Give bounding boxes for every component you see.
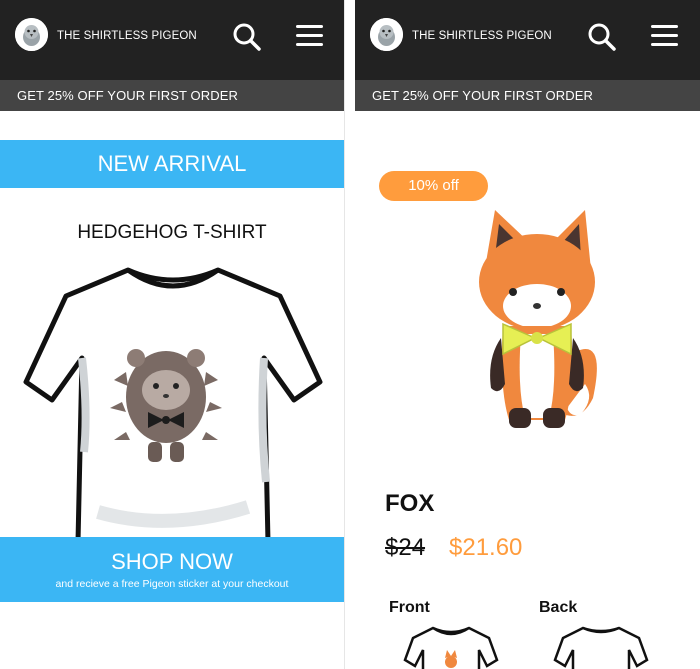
shop-now-label: SHOP NOW [111,549,233,574]
promo-bar[interactable]: GET 25% OFF YOUR FIRST ORDER [355,80,700,111]
hamburger-menu-icon[interactable] [293,20,327,54]
promo-bar[interactable]: GET 25% OFF YOUR FIRST ORDER [0,80,344,111]
fox-product-image[interactable] [473,208,613,436]
shop-now-button[interactable]: SHOP NOW and recieve a free Pigeon stick… [0,537,344,602]
site-header: THE SHIRTLESS PIGEON [0,0,344,80]
pigeon-logo-icon[interactable] [370,18,403,51]
brand-name[interactable]: THE SHIRTLESS PIGEON [412,30,552,42]
discount-badge: 10% off [379,171,488,201]
product-title: HEDGEHOG T-SHIRT [77,222,267,243]
screen-divider [344,0,355,669]
original-price: $24 [385,534,426,561]
front-view-label[interactable]: Front [389,599,430,617]
product-screen: THE SHIRTLESS PIGEON GET 25% OFF YOUR FI… [355,0,700,669]
hamburger-menu-icon[interactable] [648,20,682,54]
home-screen: THE SHIRTLESS PIGEON GET 25% OFF YOUR FI… [0,0,344,669]
brand-name[interactable]: THE SHIRTLESS PIGEON [57,30,197,42]
back-view-label[interactable]: Back [539,599,577,617]
product-name: FOX [385,490,435,517]
pigeon-logo-icon[interactable] [15,18,48,51]
shop-now-subtext: and recieve a free Pigeon sticker at you… [55,578,289,590]
new-arrival-banner: NEW ARRIVAL [0,140,344,188]
sale-price: $21.60 [449,534,523,561]
search-icon[interactable] [230,20,264,54]
site-header: THE SHIRTLESS PIGEON [355,0,700,80]
front-view-thumbnail[interactable] [403,624,499,669]
search-icon[interactable] [585,20,619,54]
hedgehog-tshirt-image[interactable] [18,262,328,547]
back-view-thumbnail[interactable] [553,624,649,669]
